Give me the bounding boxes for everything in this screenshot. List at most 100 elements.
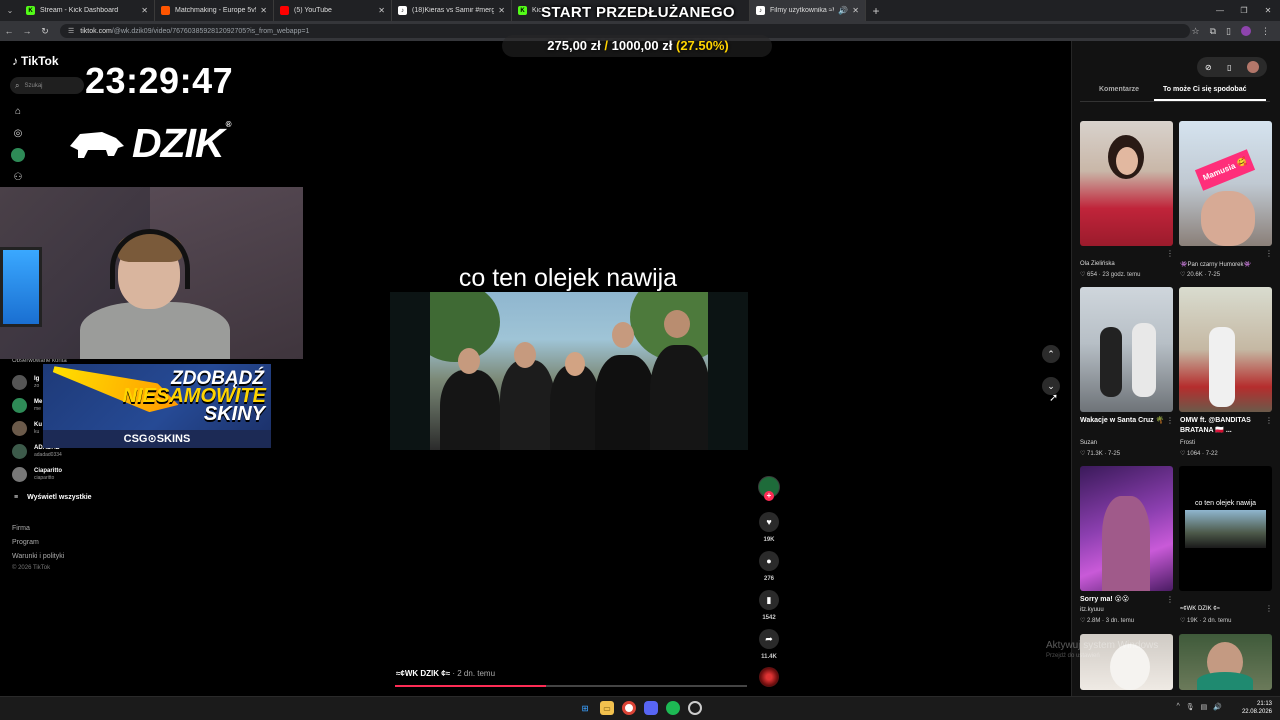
- sidebar-icon[interactable]: ▯: [1226, 26, 1231, 37]
- recommended-title[interactable]: Wakacje w Santa Cruz 🌴: [1080, 416, 1173, 426]
- recommended-author[interactable]: Suzan: [1080, 440, 1173, 446]
- comment-icon: ●: [766, 556, 772, 566]
- followed-account[interactable]: Ku ku: [12, 421, 42, 436]
- comment-button[interactable]: ●: [759, 551, 779, 571]
- video-author-line: ≈¢WK DZIK ¢≈ · 2 dn. temu: [396, 669, 495, 678]
- menu-icon[interactable]: ⋮: [1261, 26, 1270, 37]
- video-face: [565, 352, 585, 376]
- followed-account[interactable]: Ig zo: [12, 375, 39, 390]
- upload-icon[interactable]: ⊘: [1205, 63, 1212, 72]
- recommended-author[interactable]: 👾Pan czarny Humorek👾: [1180, 261, 1273, 268]
- followed-account[interactable]: Me me: [12, 398, 42, 413]
- recommended-stats: ♡ 654 · 23 godz. temu: [1080, 272, 1141, 278]
- taskbar-clock[interactable]: 21:13 22.08.2026: [1242, 700, 1272, 716]
- more-options-icon[interactable]: ⋮: [1166, 595, 1174, 604]
- recommended-video-thumbnail[interactable]: [1179, 634, 1272, 690]
- recommended-title[interactable]: Sorry ma! 😮😮: [1080, 595, 1173, 605]
- right-panel-toolbar: ⊘ ▯: [1197, 57, 1267, 77]
- recommended-title[interactable]: ≈¢WK DZIK ¢≈: [1180, 604, 1273, 614]
- more-options-icon[interactable]: ⋮: [1265, 604, 1273, 613]
- recommended-author[interactable]: Ola Zielińska: [1080, 261, 1173, 267]
- footer-link-company[interactable]: Firma: [12, 525, 30, 532]
- bookmark-star-icon[interactable]: ☆: [1192, 26, 1200, 37]
- chevron-up-icon: ⌃: [1047, 348, 1055, 359]
- recommended-video-thumbnail[interactable]: [1080, 466, 1173, 591]
- video-progress-fill: [395, 685, 547, 687]
- recommended-video-thumbnail[interactable]: co ten olejek nawija: [1179, 466, 1272, 591]
- friends-icon[interactable]: ⚇: [11, 170, 25, 184]
- follow-plus-icon[interactable]: +: [764, 491, 774, 501]
- video-person: [650, 345, 708, 450]
- explore-icon[interactable]: ◎: [11, 126, 25, 140]
- back-icon[interactable]: ←: [0, 26, 18, 36]
- save-button[interactable]: ▮: [759, 590, 779, 610]
- recommended-author[interactable]: Frosti: [1180, 440, 1273, 446]
- share-count: 11.4K: [761, 654, 777, 660]
- more-options-icon[interactable]: ⋮: [1265, 416, 1273, 425]
- file-explorer-icon[interactable]: ▭: [600, 701, 614, 715]
- home-icon[interactable]: ⌂: [11, 104, 25, 118]
- ad-brand: CSG⊙SKINS: [43, 430, 271, 448]
- reload-icon[interactable]: ↻: [36, 26, 54, 37]
- more-options-icon[interactable]: ⋮: [1166, 416, 1174, 425]
- search-input[interactable]: ⌕ Szukaj: [10, 77, 84, 94]
- share-button[interactable]: ➦: [759, 629, 779, 649]
- video-person: [500, 360, 555, 450]
- recommended-author[interactable]: itz.kyuuu: [1080, 607, 1173, 613]
- followed-account[interactable]: Ciaparitto ciaparitto: [12, 467, 62, 482]
- mic-icon[interactable]: 🎙: [1186, 703, 1195, 711]
- footer-link-program[interactable]: Program: [12, 539, 39, 546]
- thumb-person: [1100, 327, 1122, 397]
- site-info-icon[interactable]: ☰: [68, 27, 74, 35]
- recommended-video-thumbnail[interactable]: [1080, 287, 1173, 412]
- video-frame-image[interactable]: [430, 292, 708, 450]
- more-options-icon[interactable]: ⋮: [1265, 249, 1273, 258]
- chevron-up-icon[interactable]: ^: [1176, 703, 1179, 711]
- chrome-icon[interactable]: [622, 701, 636, 715]
- stream-clock: 23:29:47: [85, 60, 234, 101]
- comment-count: 276: [763, 576, 774, 582]
- tab-divider: [1080, 101, 1270, 102]
- tab-recommended[interactable]: To może Ci się spodobać: [1163, 86, 1247, 93]
- goal-current: 275,00 zł: [547, 38, 601, 53]
- video-author[interactable]: ≈¢WK DZIK ¢≈: [396, 669, 450, 678]
- video-face: [612, 322, 634, 348]
- volume-icon[interactable]: 🔊: [1213, 703, 1222, 711]
- music-disc-icon[interactable]: [759, 667, 779, 687]
- recommended-stats: ♡ 71.3K · 7-25: [1080, 451, 1121, 457]
- windows-start-icon[interactable]: ⊞: [578, 701, 592, 715]
- footer-link-terms[interactable]: Warunki i polityki: [12, 553, 64, 560]
- browser-profile-avatar[interactable]: [1241, 26, 1251, 36]
- spotify-icon[interactable]: [666, 701, 680, 715]
- user-avatar[interactable]: [1247, 61, 1260, 73]
- tab-comments[interactable]: Komentarze: [1099, 86, 1139, 93]
- extensions-icon[interactable]: ⧉: [1210, 26, 1216, 37]
- windows-activation-sub: Przejdź do ustawień: [1046, 653, 1100, 659]
- obs-icon[interactable]: [688, 701, 702, 715]
- recommended-video-thumbnail[interactable]: [1179, 287, 1272, 412]
- discord-icon[interactable]: [644, 701, 658, 715]
- recommended-title[interactable]: OMW ft. @BANDITAS BRATANA 🇵🇱 ...: [1180, 416, 1273, 436]
- avatar: [12, 398, 27, 413]
- windows-activation-title: Aktywuj system Windows: [1046, 640, 1159, 651]
- network-icon[interactable]: ▤: [1201, 703, 1208, 711]
- show-all-button[interactable]: ≡ Wyświetl wszystkie: [14, 494, 92, 501]
- more-options-icon[interactable]: ⋮: [1166, 249, 1174, 258]
- video-person: [595, 355, 655, 450]
- active-tab-underline: [1154, 99, 1266, 101]
- device-icon[interactable]: ▯: [1227, 63, 1231, 72]
- mouse-cursor-icon: ➚: [1049, 392, 1059, 404]
- like-button[interactable]: ♥: [759, 512, 779, 532]
- recommended-video-thumbnail[interactable]: [1080, 121, 1173, 246]
- thumb-person: [1209, 327, 1235, 407]
- recommended-video-thumbnail[interactable]: Mamusia 🥰: [1179, 121, 1272, 246]
- windows-taskbar: ⊞ ▭ ^ 🎙 ▤ 🔊 21:13 22.08.2026: [0, 696, 1280, 720]
- previous-video-button[interactable]: ⌃: [1042, 345, 1060, 363]
- forward-icon[interactable]: →: [18, 26, 36, 36]
- profile-icon[interactable]: [11, 148, 25, 162]
- goal-percent: (27.50%): [675, 38, 729, 53]
- webcam-person-body: [80, 302, 230, 359]
- webcam-monitor: [0, 247, 42, 327]
- tiktok-logo[interactable]: ♪ TikTok: [12, 54, 59, 68]
- video-seekbar[interactable]: [395, 685, 747, 687]
